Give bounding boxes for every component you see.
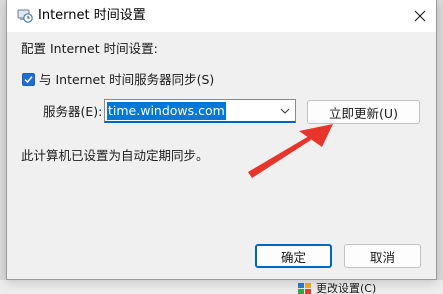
sync-status-text: 此计算机已设置为自动定期同步。 xyxy=(21,148,209,163)
checkmark-icon xyxy=(24,76,33,84)
update-now-button[interactable]: 立即更新(U) xyxy=(307,100,420,124)
background-strip xyxy=(0,280,443,294)
change-settings-link[interactable]: 更改设置(C) xyxy=(298,283,376,294)
clock-settings-icon xyxy=(17,7,33,23)
change-settings-label: 更改设置(C) xyxy=(316,282,377,294)
dialog-title: Internet 时间设置 xyxy=(38,8,146,23)
screenshot-stage: 更改设置(C) Internet 时间设置 配置 Internet 时间设置: xyxy=(0,0,443,294)
group-label: 配置 Internet 时间设置: xyxy=(21,41,158,56)
ok-button[interactable]: 确定 xyxy=(255,244,332,268)
server-combobox[interactable]: time.windows.com xyxy=(104,99,296,123)
sync-checkbox-label[interactable]: 与 Internet 时间服务器同步(S) xyxy=(39,72,214,88)
chevron-down-icon[interactable] xyxy=(278,103,292,119)
server-value[interactable]: time.windows.com xyxy=(107,102,226,120)
close-button[interactable] xyxy=(404,0,436,32)
sync-checkbox[interactable] xyxy=(22,73,35,86)
title-bar[interactable]: Internet 时间设置 xyxy=(7,0,436,32)
close-icon xyxy=(414,10,426,22)
internet-time-dialog: Internet 时间设置 配置 Internet 时间设置: 与 Intern… xyxy=(6,0,437,280)
shield-icon xyxy=(298,283,311,294)
cancel-button[interactable]: 取消 xyxy=(344,244,421,268)
server-label: 服务器(E): xyxy=(43,104,103,119)
